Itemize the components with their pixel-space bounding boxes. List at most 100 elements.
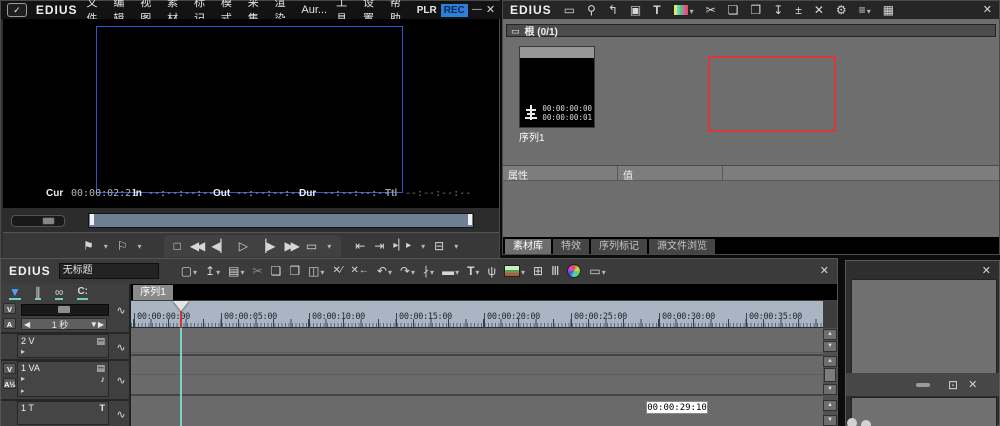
play-around-cursor-button[interactable]: ▸▏▸ xyxy=(393,238,411,254)
transition-icon[interactable]: ▬▾ xyxy=(442,262,459,280)
paste-clip-icon[interactable]: ❐ xyxy=(289,263,300,279)
track-height-thumb[interactable] xyxy=(58,306,70,313)
playhead-line-ruler[interactable] xyxy=(180,311,182,328)
expand-icon[interactable]: ▸ xyxy=(21,347,25,356)
tab-sequence-marker[interactable]: 序列标记 xyxy=(591,239,647,254)
set-out-flag-icon[interactable]: ⚐ xyxy=(117,238,128,254)
record-mode-icon[interactable]: C: xyxy=(77,286,88,300)
audio-mixer-icon[interactable]: Ⅲ xyxy=(551,263,559,279)
timescale-left-icon[interactable]: ◀ xyxy=(24,320,30,329)
cut-icon[interactable]: ✂ xyxy=(706,2,716,18)
color-wheel-icon[interactable] xyxy=(567,262,581,280)
bin-case-icon[interactable]: ▦ xyxy=(883,2,894,18)
folder-icon[interactable]: ▭ xyxy=(564,2,575,18)
pin-icon[interactable]: ↧ xyxy=(773,2,783,18)
capture-add-icon[interactable]: ▣ xyxy=(630,2,641,18)
new-sequence-icon[interactable]: ▢▾ xyxy=(181,262,197,280)
view-mode-icon[interactable]: ≡▾ xyxy=(859,1,871,19)
scroll-up-icon[interactable]: ▲ xyxy=(823,329,837,340)
timeline-scrollbar[interactable]: ▲ ▼ ▲ ▼ ▲ ▼ xyxy=(823,328,837,426)
shuttle-thumb[interactable] xyxy=(42,217,55,225)
timeline-close-button[interactable]: ✕ xyxy=(820,263,829,279)
next-frame-button[interactable]: ▕▶ xyxy=(257,238,275,254)
sequence-tab[interactable]: 序列1 xyxy=(133,285,173,300)
menu-audio[interactable]: Aur... xyxy=(301,4,327,16)
goto-in-button[interactable]: ⇤ xyxy=(355,238,365,254)
track-patch-icon[interactable]: ▼ xyxy=(9,286,21,300)
export-button[interactable]: ⊟ xyxy=(434,238,444,254)
timescale-selector[interactable]: ◀ 1 秒 ▼▶ xyxy=(21,318,107,330)
copy-icon[interactable]: ❏ xyxy=(728,2,739,18)
undo-icon[interactable]: ↶▾ xyxy=(377,262,392,280)
plus-minus-icon[interactable]: ± xyxy=(795,2,802,18)
speaker-icon[interactable]: ♪ xyxy=(101,374,106,384)
ripple-mode-icon[interactable]: ∞ xyxy=(55,286,64,300)
sync-mode-icon[interactable]: ∥ xyxy=(35,286,41,300)
shuttle-slider[interactable] xyxy=(11,215,65,227)
set-out-dropdown-icon[interactable]: ▾ xyxy=(138,242,142,251)
audio-patch-badge[interactable]: A xyxy=(3,318,16,329)
delete-icon[interactable]: ✕ xyxy=(814,2,824,18)
open-project-icon[interactable]: ↥▾ xyxy=(205,262,220,280)
rec-mode-button[interactable]: REC xyxy=(441,4,468,17)
track-2v[interactable]: 2 V ▤ ▸ xyxy=(17,334,109,358)
position-marker-start[interactable] xyxy=(90,214,94,225)
va-audio-channel-badge[interactable]: A½ xyxy=(3,378,16,389)
redo-icon[interactable]: ↷▾ xyxy=(400,262,415,280)
position-marker-end[interactable] xyxy=(468,214,472,225)
panel-properties-icon[interactable]: ⊡ xyxy=(948,377,958,393)
property-column-header[interactable]: 属性 xyxy=(503,166,618,180)
timescale-dropdown-icon[interactable]: ▼▶ xyxy=(90,320,104,329)
chase-icon-1t[interactable]: ∿ xyxy=(113,408,129,421)
tab-bin[interactable]: 素材库 xyxy=(505,239,551,254)
panel-clear-icon[interactable]: ✕ xyxy=(968,377,977,393)
multicam-grid-icon[interactable]: ⊞ xyxy=(533,263,543,279)
ripple-delete-icon[interactable]: ✕← xyxy=(351,263,369,279)
voiceover-mic-icon[interactable]: ψ xyxy=(487,263,496,279)
value-column-header[interactable]: 值 xyxy=(618,166,723,180)
set-in-flag-icon[interactable]: ⚑ xyxy=(83,238,94,254)
save-project-icon[interactable]: ▤▾ xyxy=(228,262,244,280)
copy-clip-icon[interactable]: ❏ xyxy=(271,263,282,279)
track-1t[interactable]: 1 T T xyxy=(17,401,109,425)
sequence-clip-thumbnail[interactable]: 00:00:00:00 00:00:00:01 xyxy=(519,46,595,128)
playhead-handle[interactable] xyxy=(173,301,189,311)
track-height-slider[interactable] xyxy=(21,304,109,316)
cut-clip-icon[interactable]: ✂ xyxy=(252,263,262,279)
goto-out-button[interactable]: ⇥ xyxy=(374,238,384,254)
title-tool-icon[interactable]: T xyxy=(653,2,660,18)
chase-icon-1va[interactable]: ∿ xyxy=(113,374,129,387)
properties-icon[interactable]: ⚙ xyxy=(836,2,847,18)
play-around-dropdown-icon[interactable]: ▾ xyxy=(421,242,425,251)
chase-icon-2v[interactable]: ∿ xyxy=(113,341,129,354)
layouter-icon[interactable]: ▭▾ xyxy=(589,262,605,280)
folder-up-icon[interactable]: ↰ xyxy=(608,2,618,18)
insert-between-icon[interactable]: ◫▾ xyxy=(308,262,324,280)
clip-name-label[interactable]: 序列1 xyxy=(519,129,545,144)
scroll-down-icon[interactable]: ▼ xyxy=(823,415,837,426)
paste-icon[interactable]: ❐ xyxy=(750,2,761,18)
scroll-thumb[interactable] xyxy=(824,368,836,382)
search-icon[interactable]: ⚲ xyxy=(587,2,596,18)
previous-frame-button[interactable]: ◀▏ xyxy=(211,238,229,254)
render-export-icon[interactable]: ▾ xyxy=(504,262,525,280)
stop-button[interactable]: □ xyxy=(174,238,181,254)
close-button[interactable]: ✕ xyxy=(486,2,495,18)
display-dropdown-icon[interactable]: ▾ xyxy=(327,242,331,251)
play-button[interactable]: ▷ xyxy=(239,238,248,254)
expand-icon[interactable]: ▸ xyxy=(21,374,25,383)
video-patch-badge[interactable]: V xyxy=(3,303,16,314)
va-video-mute-badge[interactable]: V xyxy=(3,363,16,374)
colorbars-icon[interactable]: ▾ xyxy=(673,1,694,19)
chase-icon[interactable]: ∿ xyxy=(113,304,129,317)
delete-clip-icon[interactable]: ✕⁄ xyxy=(332,263,342,279)
project-title-field[interactable]: 无标题 xyxy=(59,263,159,279)
track-1va[interactable]: 1 VA ▤ ▸ ♪ ▸ xyxy=(17,361,109,397)
fast-forward-button[interactable]: ▶▶ xyxy=(284,238,296,254)
scroll-up-icon[interactable]: ▲ xyxy=(823,356,837,367)
bin-folder-header[interactable]: ▭ 根 (0/1) xyxy=(506,24,996,37)
set-in-dropdown-icon[interactable]: ▾ xyxy=(104,242,108,251)
title-create-icon[interactable]: T▾ xyxy=(467,262,479,280)
rewind-button[interactable]: ◀◀ xyxy=(190,238,202,254)
tab-source-browser[interactable]: 源文件浏览 xyxy=(649,239,715,254)
